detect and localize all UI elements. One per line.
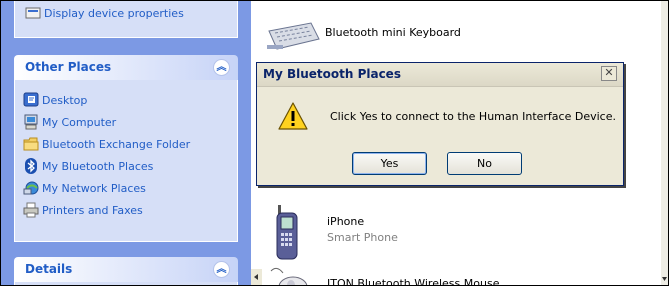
place-my-bluetooth-places[interactable]: My Bluetooth Places xyxy=(23,156,153,176)
details-title: Details xyxy=(25,262,73,276)
device-name: iPhone xyxy=(327,215,365,228)
explorer-window: Display device properties Other Places ︽… xyxy=(0,0,669,286)
details-panel xyxy=(14,282,238,285)
place-label: My Computer xyxy=(42,115,117,129)
collapse-chevron-icon[interactable]: ︽ xyxy=(213,261,230,278)
place-label: Printers and Faxes xyxy=(42,203,143,217)
bluetooth-icon xyxy=(23,158,39,174)
place-desktop[interactable]: Desktop xyxy=(23,90,87,110)
yes-button[interactable]: Yes xyxy=(352,152,427,175)
vertical-scrollbar[interactable] xyxy=(661,1,668,285)
place-my-network-places[interactable]: My Network Places xyxy=(23,178,146,198)
place-label: My Network Places xyxy=(42,181,146,195)
collapse-chevron-icon[interactable]: ︽ xyxy=(213,59,230,76)
close-icon[interactable]: ✕ xyxy=(601,66,617,81)
device-item[interactable]: iPhone Smart Phone xyxy=(273,203,398,263)
phone-icon xyxy=(273,203,303,263)
dialog-title: My Bluetooth Places xyxy=(263,67,401,81)
device-name: Bluetooth mini Keyboard xyxy=(325,26,461,39)
warning-icon xyxy=(277,101,309,131)
no-button[interactable]: No xyxy=(447,152,522,175)
mouse-icon xyxy=(269,267,309,285)
desktop-icon xyxy=(23,92,39,108)
device-item[interactable]: Bluetooth mini Keyboard xyxy=(265,19,461,51)
place-bluetooth-exchange-folder[interactable]: Bluetooth Exchange Folder xyxy=(23,134,190,154)
place-my-computer[interactable]: My Computer xyxy=(23,112,116,132)
keyboard-icon xyxy=(265,19,321,51)
connect-dialog: My Bluetooth Places ✕ Click Yes to conne… xyxy=(256,62,624,186)
device-name: ITON Bluetooth Wireless Mouse xyxy=(327,277,500,286)
other-places-header[interactable]: Other Places ︽ xyxy=(14,55,238,80)
dialog-message: Click Yes to connect to the Human Interf… xyxy=(330,110,616,123)
device-item[interactable]: ITON Bluetooth Wireless Mouse xyxy=(269,267,500,286)
printer-icon xyxy=(23,202,39,218)
scroll-left-button[interactable] xyxy=(251,269,262,285)
place-label: Desktop xyxy=(42,93,88,107)
folder-icon xyxy=(23,136,39,152)
display-device-properties-link[interactable]: Display device properties xyxy=(25,3,184,23)
other-places-title: Other Places xyxy=(25,60,112,74)
properties-icon xyxy=(25,5,41,21)
other-places-panel: Desktop My Computer Bluetooth Exchange F… xyxy=(14,80,238,242)
dialog-titlebar[interactable]: My Bluetooth Places ✕ xyxy=(257,63,623,87)
device-type: Smart Phone xyxy=(327,231,398,244)
place-label: Bluetooth Exchange Folder xyxy=(42,137,191,151)
details-header[interactable]: Details ︽ xyxy=(14,257,238,282)
my-computer-icon xyxy=(23,114,39,130)
place-label: My Bluetooth Places xyxy=(42,159,154,173)
display-device-properties-label: Display device properties xyxy=(44,6,184,20)
network-places-icon xyxy=(23,180,39,196)
task-pane: Display device properties Other Places ︽… xyxy=(1,1,251,285)
device-tasks-panel: Display device properties xyxy=(14,1,238,38)
place-printers-and-faxes[interactable]: Printers and Faxes xyxy=(23,200,143,220)
